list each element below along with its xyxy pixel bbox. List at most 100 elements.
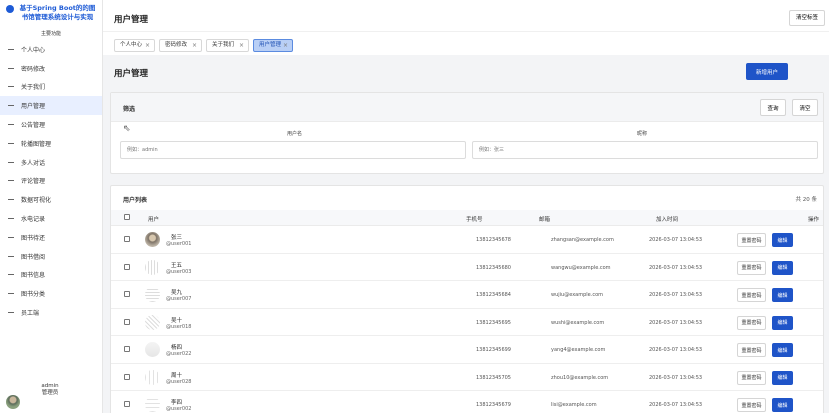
sidebar-nav: 个人中心密码修改关于我们 用户管理 公告管理轮播图管理多人对话评论管理数据可视化水电… <box>0 40 102 322</box>
user-name: 李四 <box>171 400 183 406</box>
sidebar-item-label: 数据可视化 <box>21 197 52 205</box>
table-row: 周十 @user028 13812345705 zhou10@example.com 2… <box>111 364 823 391</box>
email-cell: wushi@example.com <box>551 319 605 326</box>
dash-icon <box>8 67 14 69</box>
email-cell: zhangsan@example.com <box>551 237 614 243</box>
sidebar-item-label: 密码修改 <box>21 65 46 73</box>
tab[interactable]: 关于我们 × <box>206 39 249 52</box>
tab[interactable]: 个人中心 × <box>114 39 155 52</box>
sidebar-item[interactable]: 图书信息 <box>0 266 102 285</box>
tab-bar: 个人中心 × 密码修改 × 关于我们 × 用户管理 × <box>103 31 829 55</box>
tab[interactable]: 用户管理 × <box>253 39 293 52</box>
sidebar-item[interactable]: 个人中心 <box>0 40 102 59</box>
email-cell: zhou10@example.com <box>551 374 609 381</box>
created-time-cell: 2026-03-07 13:04:53 <box>649 374 703 381</box>
user-id: @user022 <box>166 351 192 357</box>
search-button[interactable]: 查询 <box>760 99 786 116</box>
sidebar-item[interactable]: 多人对话 <box>0 153 102 172</box>
phone-cell: 13812345679 <box>476 402 511 408</box>
sidebar-item[interactable]: 用户管理 <box>0 96 102 116</box>
reset-password-button[interactable]: 重置密码 <box>737 370 766 385</box>
dash-icon <box>8 236 14 238</box>
row-checkbox[interactable] <box>124 263 130 270</box>
sidebar-item[interactable]: 公告管理 <box>0 115 102 134</box>
topbar: 用户管理 清空标签 <box>103 0 829 31</box>
tab-label: 关于我们 <box>212 42 235 48</box>
edit-button[interactable]: 编辑 <box>772 288 793 302</box>
sidebar-item[interactable]: 水电记录 <box>0 209 102 228</box>
close-icon[interactable]: × <box>283 40 288 51</box>
sidebar-item[interactable]: 关于我们 <box>0 78 102 97</box>
sidebar-item-label: 个人中心 <box>21 46 46 54</box>
edit-button[interactable]: 编辑 <box>772 260 793 275</box>
reset-password-button[interactable]: 重置密码 <box>737 315 766 330</box>
user-name: 王五 <box>171 262 183 269</box>
column-created: 加入时间 <box>656 217 679 223</box>
reset-password-button[interactable]: 重置密码 <box>737 288 766 302</box>
table-row: 杨四 @user022 13812345699 yang4@example.com 20… <box>111 336 823 364</box>
row-checkbox[interactable] <box>124 373 130 380</box>
reset-password-button[interactable]: 重置密码 <box>737 233 766 247</box>
clear-tabs-button[interactable]: 清空标签 <box>788 10 825 26</box>
phone-cell: 13812345684 <box>476 292 511 298</box>
email-cell: wujiu@example.com <box>551 292 603 298</box>
table-row: 李四 @user002 13812345679 lisi@example.com 202… <box>111 391 823 413</box>
username-input[interactable] <box>120 141 466 159</box>
row-checkbox[interactable] <box>124 346 130 352</box>
row-checkbox[interactable] <box>124 291 130 297</box>
avatar[interactable] <box>6 395 20 409</box>
dash-icon <box>8 255 14 257</box>
sidebar-item[interactable]: 数据可视化 <box>0 190 102 209</box>
row-checkbox[interactable] <box>124 318 130 325</box>
sidebar-item[interactable]: 图书待还 <box>0 228 102 247</box>
dash-icon <box>8 105 14 107</box>
close-icon[interactable]: × <box>239 40 244 51</box>
sidebar: 基于Spring Boot的的图书馆管理系统设计与实现 主要功能 个人中心 密码修… <box>0 0 103 413</box>
edit-button[interactable]: 编辑 <box>772 315 793 330</box>
column-phone: 手机号 <box>466 217 483 223</box>
close-icon[interactable]: × <box>192 40 197 51</box>
dash-icon <box>8 199 14 201</box>
close-icon[interactable]: × <box>145 40 150 51</box>
sidebar-item-label: 水电记录 <box>21 216 46 224</box>
user-name: 杨四 <box>171 345 183 351</box>
table-header: 用户 手机号 邮箱 加入时间 操作 <box>111 210 823 226</box>
sidebar-item[interactable]: 图书借阅 <box>0 247 102 266</box>
sidebar-item[interactable]: 评论管理 <box>0 172 102 191</box>
sidebar-item[interactable]: 轮播图管理 <box>0 134 102 153</box>
row-checkbox[interactable] <box>124 236 130 242</box>
user-profile[interactable]: admin 管理员 <box>0 379 103 413</box>
sidebar-item-label: 员工端 <box>21 310 40 318</box>
select-all-checkbox[interactable] <box>124 214 130 220</box>
phone-cell: 13812345678 <box>476 237 511 243</box>
sidebar-item-label: 轮播图管理 <box>21 140 52 148</box>
heading-row: 用户管理 新增用户 <box>103 55 829 93</box>
nickname-input[interactable] <box>472 141 818 159</box>
logo-icon <box>6 5 14 13</box>
user-name: admin <box>41 383 59 389</box>
reset-password-button[interactable]: 重置密码 <box>737 343 766 357</box>
dash-icon <box>8 48 14 50</box>
edit-button[interactable]: 编辑 <box>772 343 793 357</box>
row-checkbox[interactable] <box>124 401 130 407</box>
reset-password-button[interactable]: 重置密码 <box>737 398 766 412</box>
add-user-button[interactable]: 新增用户 <box>746 63 788 80</box>
edit-button[interactable]: 编辑 <box>772 398 793 412</box>
clear-button[interactable]: 清空 <box>792 99 818 116</box>
sidebar-item[interactable]: 图书分类 <box>0 284 102 303</box>
sidebar-item[interactable]: 员工端 <box>0 303 102 322</box>
sidebar-item[interactable]: 密码修改 <box>0 59 102 78</box>
user-id: @user018 <box>166 323 192 330</box>
tab[interactable]: 密码修改 × <box>159 39 202 52</box>
dash-icon <box>8 312 14 314</box>
phone-cell: 13812345699 <box>476 347 511 353</box>
sidebar-item-label: 多人对话 <box>21 159 46 167</box>
record-count: 共 20 条 <box>795 197 818 203</box>
column-email: 邮箱 <box>539 217 551 223</box>
edit-button[interactable]: 编辑 <box>772 233 793 247</box>
column-user: 用户 <box>148 217 160 223</box>
edit-button[interactable]: 编辑 <box>772 370 793 385</box>
reset-password-button[interactable]: 重置密码 <box>737 260 766 275</box>
avatar <box>145 314 160 330</box>
dash-icon <box>8 274 14 276</box>
